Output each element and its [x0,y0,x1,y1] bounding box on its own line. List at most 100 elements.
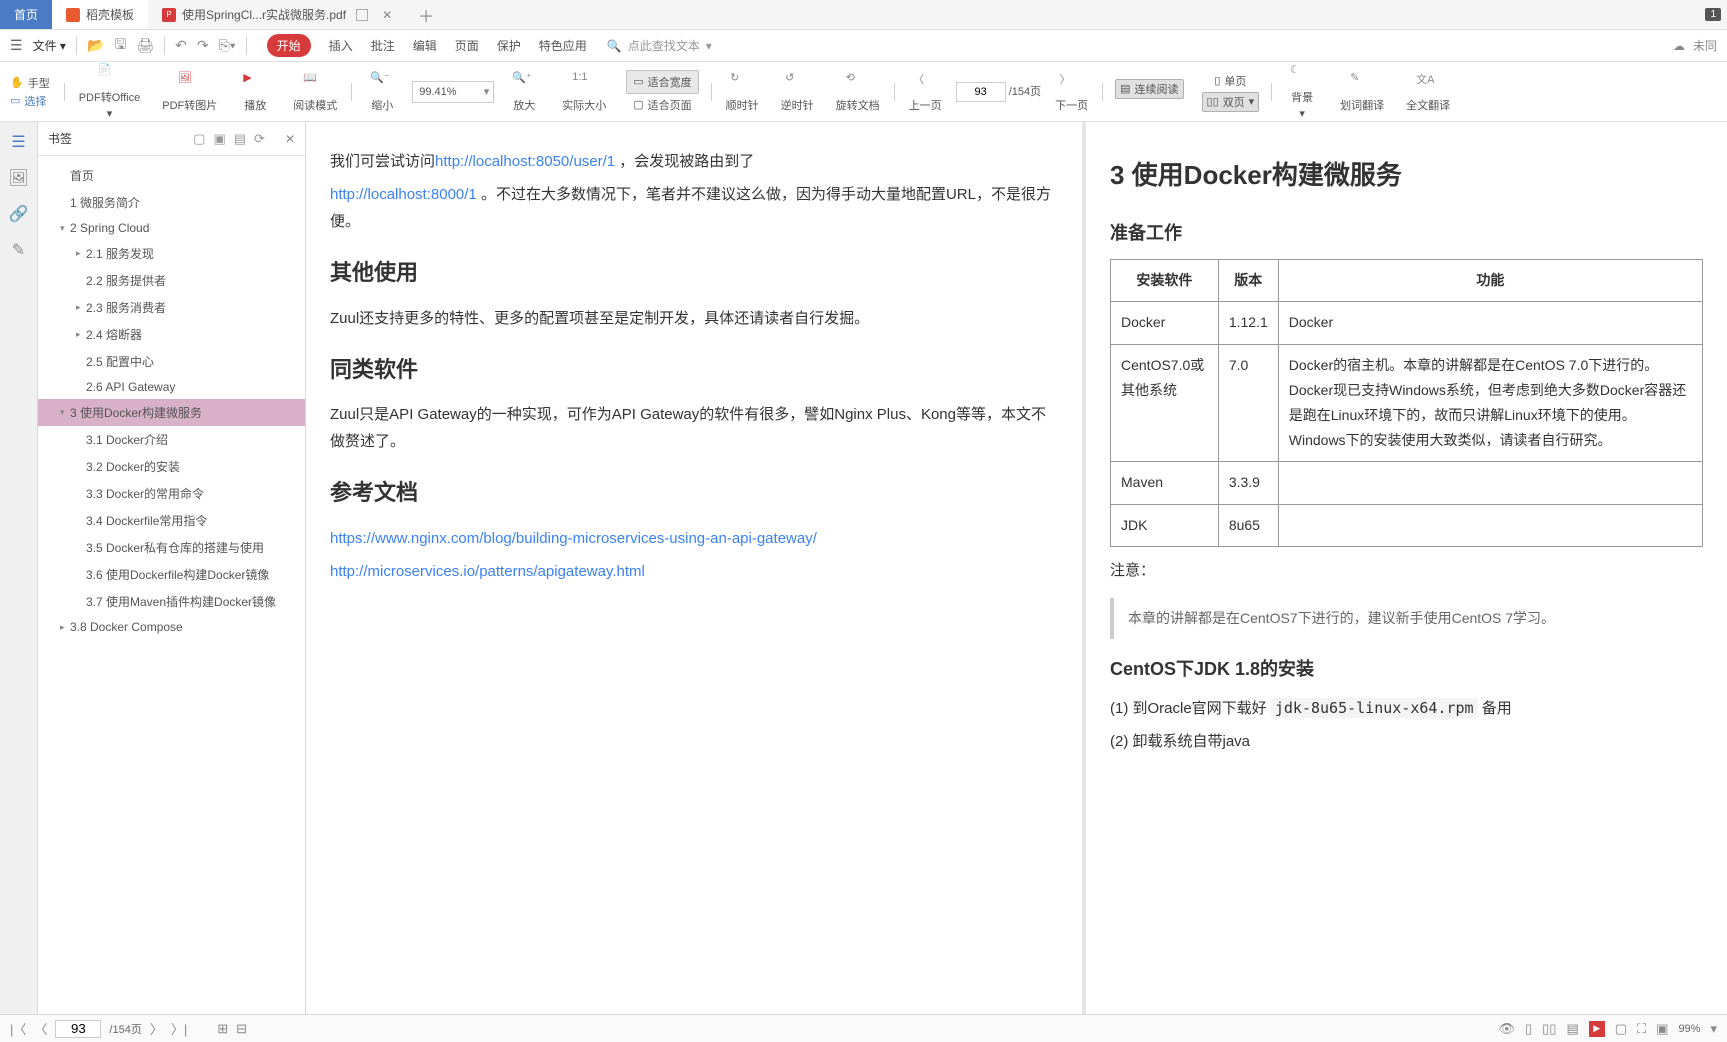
fit-page-button[interactable]: ▢适合页面 [629,96,695,114]
export-icon[interactable]: ⎘▾ [219,37,236,54]
bookmark-item[interactable]: 3.3 Docker的常用命令 [38,480,305,507]
select-tool[interactable]: ▭选择 [10,93,50,109]
eye-icon[interactable]: 👁 [1498,1021,1515,1037]
ribbon-protect[interactable]: 保护 [497,37,521,54]
print-icon[interactable]: 🖨 [136,37,154,54]
ribbon-feature[interactable]: 特色应用 [539,37,587,54]
tab-home[interactable]: 首页 [0,0,52,29]
bookmark-item[interactable]: ▸2.3 服务消费者 [38,294,305,321]
bm-tool-3-icon[interactable]: ▤ [234,131,246,147]
status-page-input[interactable] [55,1020,101,1038]
hand-tool[interactable]: ✋手型 [10,75,50,91]
statusbar: |〈 〈 /154页 〉 〉| ⊞ ⊟ 👁 ▯ ▯▯ ▤ ▶ ▢ ⛶ ▣ 99%… [0,1014,1727,1042]
bookmark-item[interactable]: ▾2 Spring Cloud [38,216,305,240]
rail-bookmark-icon[interactable]: ☰ [11,132,25,152]
first-page-icon[interactable]: |〈 [10,1019,26,1038]
bookmark-item[interactable]: 2.2 服务提供者 [38,267,305,294]
page-input[interactable] [956,82,1006,102]
rail-attachment-icon[interactable]: 🔗 [9,204,29,224]
word-translate-button[interactable]: ✎划词翻译 [1332,71,1392,113]
document-viewer[interactable]: 我们可尝试访问http://localhost:8050/user/1 ，会发现… [306,122,1727,1014]
remove-page-icon[interactable]: ⊟ [236,1021,247,1037]
last-page-icon[interactable]: 〉| [171,1019,187,1038]
continuous-read-button[interactable]: ▤连续阅读 [1115,79,1183,99]
rotate-doc-button[interactable]: ⟲旋转文档 [828,71,888,113]
view-2-icon[interactable]: ▯▯ [1542,1021,1556,1037]
ribbon-insert[interactable]: 插入 [329,37,353,54]
rail-annotation-icon[interactable]: ✎ [12,240,25,260]
note-label: 注意： [1110,557,1703,584]
open-icon[interactable]: 📂 [87,37,104,54]
bm-tool-2-icon[interactable]: ▣ [213,131,225,147]
bm-tool-4-icon[interactable]: ⟳ [254,131,265,147]
ribbon-start[interactable]: 开始 [267,34,311,57]
bookmark-item[interactable]: 2.6 API Gateway [38,375,305,399]
view-3-icon[interactable]: ▤ [1566,1021,1578,1037]
prev-page-button[interactable]: 〈上一页 [901,71,950,113]
zoom-in-button[interactable]: 🔍⁺放大 [500,71,548,113]
bookmark-item[interactable]: 3.5 Docker私有仓库的搭建与使用 [38,534,305,561]
save-icon[interactable]: 🖫 [114,34,126,58]
view-1-icon[interactable]: ▯ [1525,1021,1532,1037]
mode-3-icon[interactable]: ▣ [1656,1021,1668,1037]
bookmark-sidebar: 书签 ▢ ▣ ▤ ⟳ ✕ 首页1 微服务简介▾2 Spring Cloud▸2.… [38,122,306,1014]
ref-link-1[interactable]: https://www.nginx.com/blog/building-micr… [330,530,817,547]
bookmark-item[interactable]: 首页 [38,162,305,189]
cloud-icon[interactable]: ☁ [1673,39,1685,53]
next-page-button[interactable]: 〉下一页 [1047,71,1096,113]
pdf-to-office-button[interactable]: 📄PDF转Office▾ [71,63,149,120]
mode-2-icon[interactable]: ⛶ [1637,1021,1646,1037]
sidebar-close-icon[interactable]: ✕ [285,132,295,146]
background-button[interactable]: ☾背景▾ [1278,63,1326,120]
undo-icon[interactable]: ↶ [175,37,187,54]
bookmark-item[interactable]: 3.6 使用Dockerfile构建Docker镜像 [38,561,305,588]
bookmark-item[interactable]: ▸2.1 服务发现 [38,240,305,267]
bookmark-item[interactable]: 1 微服务简介 [38,189,305,216]
play-button[interactable]: ▶播放 [231,71,279,113]
single-page-button[interactable]: ▯单页 [1210,72,1250,90]
notification-badge[interactable]: 1 [1705,8,1721,21]
bookmark-item[interactable]: 2.5 配置中心 [38,348,305,375]
zoom-out-button[interactable]: 🔍⁻缩小 [358,71,406,113]
ribbon-annotate[interactable]: 批注 [371,37,395,54]
tab-doc-label: 使用SpringCl...r实战微服务.pdf [182,6,346,23]
play-status-icon[interactable]: ▶ [1589,1021,1605,1037]
link-8000[interactable]: http://localhost:8000/1 [330,186,477,203]
bookmark-item[interactable]: ▸3.8 Docker Compose [38,615,305,639]
menu-icon[interactable]: ☰ [10,37,23,54]
rotate-ccw-button[interactable]: ↺逆时针 [773,71,822,113]
popout-icon[interactable] [356,9,368,21]
ref-link-2[interactable]: http://microservices.io/patterns/apigate… [330,563,645,580]
search-box[interactable]: 🔍 点此查找文本 ▾ [607,37,712,54]
next-page-icon[interactable]: 〉 [150,1019,163,1038]
bookmark-item[interactable]: 3.2 Docker的安装 [38,453,305,480]
full-translate-button[interactable]: 文A全文翻译 [1398,71,1458,113]
bookmark-item[interactable]: ▾3 使用Docker构建微服务 [38,399,305,426]
fit-width-button[interactable]: ▭适合宽度 [626,70,698,94]
rail-thumbnail-icon[interactable]: 🖼 [8,168,28,188]
ribbon-edit[interactable]: 编辑 [413,37,437,54]
close-icon[interactable]: ✕ [382,8,392,22]
link-8050[interactable]: http://localhost:8050/user/1 [435,153,615,170]
ribbon-page[interactable]: 页面 [455,37,479,54]
file-menu[interactable]: 文件 ▾ [33,37,66,54]
zoom-dd-icon[interactable]: ▾ [1710,1021,1717,1037]
redo-icon[interactable]: ↷ [197,37,209,54]
actual-size-button[interactable]: 1:1实际大小 [554,71,614,113]
rotate-cw-button[interactable]: ↻顺时针 [718,71,767,113]
tab-document[interactable]: P 使用SpringCl...r实战微服务.pdf ✕ [148,0,406,29]
tab-template[interactable]: 稻壳模板 [52,0,148,29]
pdf-to-image-button[interactable]: 🖼PDF转图片 [154,71,225,113]
bookmark-item[interactable]: 3.4 Dockerfile常用指令 [38,507,305,534]
new-tab-button[interactable]: ＋ [406,0,446,29]
mode-1-icon[interactable]: ▢ [1615,1021,1627,1037]
double-page-button[interactable]: ▯▯双页▾ [1202,92,1260,112]
bm-tool-1-icon[interactable]: ▢ [193,131,205,147]
bookmark-item[interactable]: ▸2.4 熔断器 [38,321,305,348]
prev-page-icon[interactable]: 〈 [34,1019,47,1038]
bookmark-item[interactable]: 3.1 Docker介绍 [38,426,305,453]
add-page-icon[interactable]: ⊞ [217,1021,228,1037]
zoom-input[interactable]: 99.41% [412,81,494,103]
bookmark-item[interactable]: 3.7 使用Maven插件构建Docker镜像 [38,588,305,615]
read-mode-button[interactable]: 📖阅读模式 [285,71,345,113]
